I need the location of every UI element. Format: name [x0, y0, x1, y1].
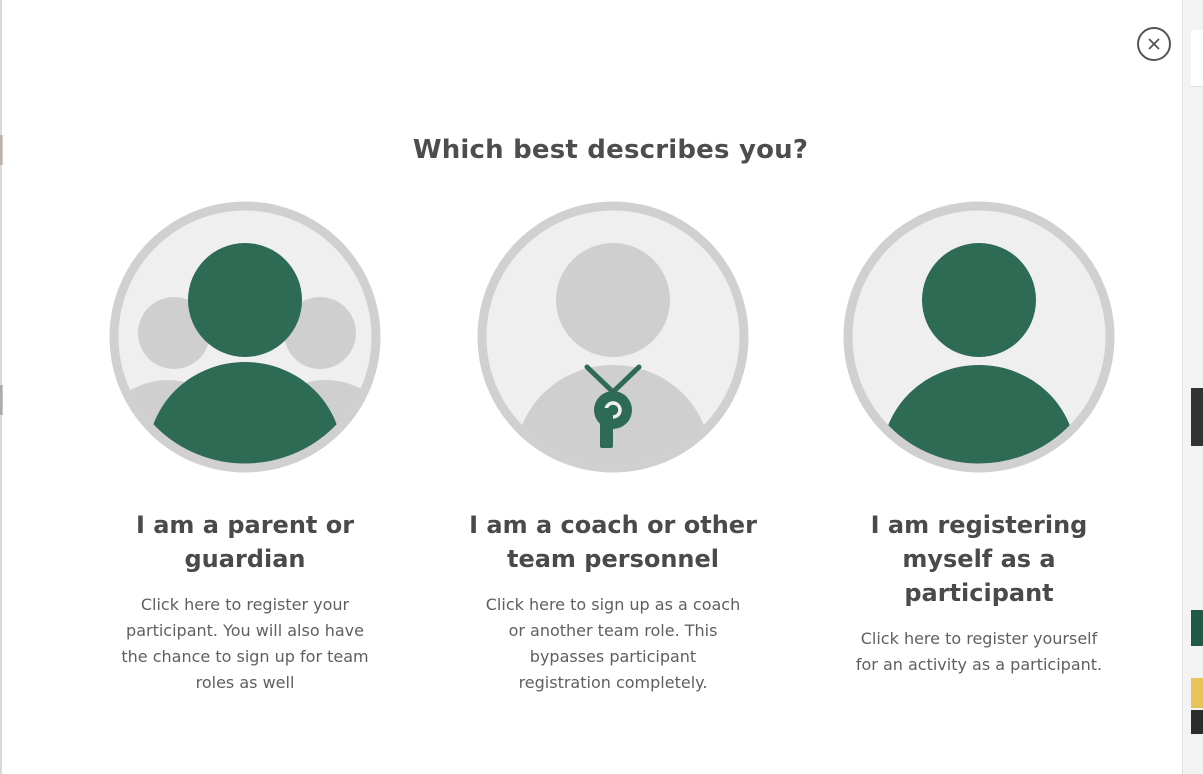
- option-description: Click here to register your participant.…: [121, 595, 369, 692]
- option-heading: I am a parent or guardian: [135, 511, 355, 573]
- modal-title: Which best describes you?: [412, 135, 809, 165]
- option-self-participant[interactable]: I am registering myself as a participant…: [809, 200, 1149, 678]
- option-heading: I am a coach or other team personnel: [469, 511, 757, 573]
- option-parent-guardian[interactable]: I am a parent or guardian Click here to …: [75, 200, 415, 696]
- role-selection-modal: Which best describes you? I am a parent …: [9, 0, 1182, 774]
- background-page-left-edge: [0, 0, 8, 774]
- close-button[interactable]: [1137, 27, 1171, 61]
- option-description: Click here to sign up as a coach or anot…: [485, 595, 741, 692]
- option-description: Click here to register yourself for an a…: [855, 629, 1103, 674]
- option-heading: I am registering myself as a participant: [870, 511, 1088, 607]
- coach-whistle-avatar-icon: [477, 201, 749, 473]
- family-avatar-icon: [109, 201, 381, 473]
- participant-avatar-icon: [843, 201, 1115, 473]
- option-coach-personnel[interactable]: I am a coach or other team personnel Cli…: [443, 200, 783, 696]
- background-page-right-edge: [1182, 0, 1203, 774]
- close-icon: [1148, 38, 1160, 50]
